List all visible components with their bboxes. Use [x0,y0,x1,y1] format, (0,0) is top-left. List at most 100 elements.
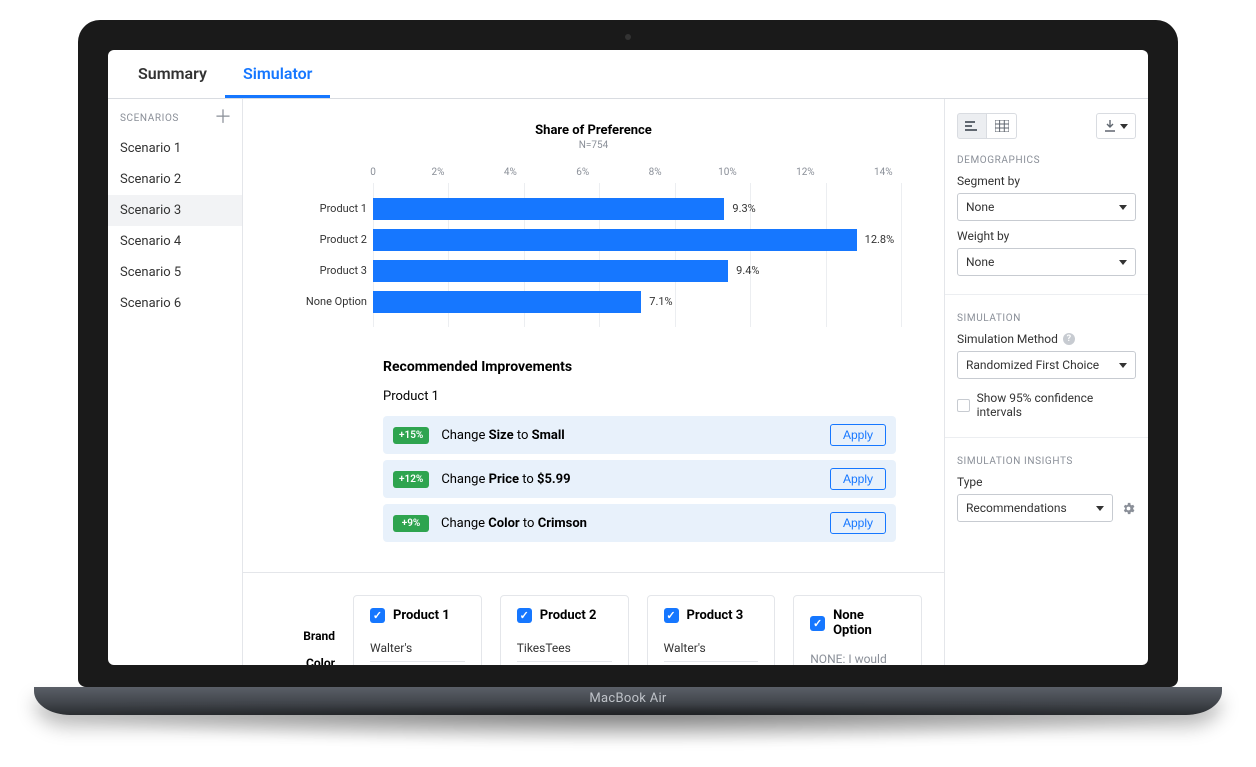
download-button[interactable] [1096,113,1136,139]
chart-bar [373,260,728,282]
weight-by-select[interactable]: None [957,248,1136,276]
product-enabled-checkbox[interactable]: ✓ [664,608,679,623]
scenario-item[interactable]: Scenario 2 [108,164,242,195]
chart-bar-row: Product 19.3% [373,193,902,224]
product-definitions: BrandColorSizePrice ✓Product 1Walter'sNa… [243,572,944,665]
table-icon [995,120,1009,132]
chart-bar-label: Product 2 [285,233,367,246]
product-enabled-checkbox[interactable]: ✓ [517,608,532,623]
recommendation-text: Change Color to Crimson [441,516,830,531]
scenario-item[interactable]: Scenario 5 [108,257,242,288]
chevron-down-icon [1096,506,1104,511]
chart-bar [373,229,857,251]
tab-summary[interactable]: Summary [120,50,225,98]
chart-tick: 2% [432,167,445,178]
insights-type-row: Recommendations [957,494,1136,522]
app-body: SCENARIOS ＋ Scenario 1Scenario 2Scenario… [108,99,1148,665]
simulation-label: SIMULATION [957,313,1136,324]
laptop-bezel: Summary Simulator SCENARIOS ＋ Scenario 1… [78,20,1178,687]
scenario-list: Scenario 1Scenario 2Scenario 3Scenario 4… [108,133,242,319]
view-tool-row [957,113,1136,139]
product-card: ✓Product 2TikesTeesRoseMedium$7.99 [500,595,629,665]
chart-x-ticks: 02%4%6%8%10%12%14% [373,167,902,178]
recommendations-product: Product 1 [383,389,896,404]
product-enabled-checkbox[interactable]: ✓ [810,616,825,631]
gear-icon [1121,501,1136,516]
simulation-method-select[interactable]: Randomized First Choice [957,351,1136,379]
chevron-down-icon [1120,124,1128,129]
chart-tick: 0 [370,167,376,178]
none-option-text: NONE: I would choose any of these option… [810,650,905,665]
product-attribute-value[interactable]: Navy Blue [370,662,465,665]
chart-bar [373,198,724,220]
insights-type-select[interactable]: Recommendations [957,494,1113,522]
confidence-interval-row: Show 95% confidence intervals [957,391,1136,419]
simulation-insights-label: SIMULATION INSIGHTS [957,456,1136,467]
recommendation-row: +15% Change Size to SmallApply [383,416,896,454]
simulation-method-label-text: Simulation Method [957,332,1058,346]
scenario-item[interactable]: Scenario 3 [108,195,242,226]
chart-tick: 12% [796,167,815,178]
product-card-header: ✓ Product 3 [664,608,759,623]
segment-by-value: None [966,200,994,214]
scenario-item[interactable]: Scenario 1 [108,133,242,164]
insights-type-label: Type [957,475,1136,489]
product-name: Product 3 [687,608,744,623]
settings-panel: DEMOGRAPHICS Segment by None Weight by N… [944,99,1148,665]
chart-bar-value: 12.8% [865,233,895,246]
segment-by-select[interactable]: None [957,193,1136,221]
recommendation-text: Change Size to Small [441,428,830,443]
product-card-header: ✓Product 2 [517,608,612,623]
chart-bar-label: None Option [285,295,367,308]
top-tabs: Summary Simulator [108,50,1148,99]
product-card-header: ✓Product 1 [370,608,465,623]
chart-bar-value: 9.3% [732,202,755,215]
weight-by-value: None [966,255,994,269]
main-column: Share of Preference N=754 02%4%6%8%10%12… [243,99,944,665]
chart-tick: 10% [718,167,737,178]
product-attribute-value[interactable]: Midnight Gray [664,662,759,665]
chart-bar [373,291,641,313]
chevron-down-icon [1119,363,1127,368]
recommended-improvements: Recommended Improvements Product 1 +15% C… [243,339,944,572]
chart-bar-value: 7.1% [649,295,672,308]
add-scenario-button[interactable]: ＋ [214,109,232,127]
chart-tick: 8% [649,167,662,178]
chart-tick: 14% [874,167,893,178]
info-icon[interactable]: ? [1063,333,1075,345]
scenario-item[interactable]: Scenario 6 [108,288,242,319]
recommendation-delta-badge: +15% [393,427,429,444]
recommendation-delta-badge: +12% [393,471,429,488]
chart-bar-label: Product 3 [285,264,367,277]
product-attribute-value[interactable]: Walter's [370,635,465,662]
recommendation-delta-badge: +9% [393,515,429,532]
chart-bar-label: Product 1 [285,202,367,215]
laptop-shadow [23,709,1233,747]
tab-simulator[interactable]: Simulator [225,50,331,98]
product-attribute-value[interactable]: Rose [517,662,612,665]
insights-settings-button[interactable] [1121,501,1136,516]
chevron-down-icon [1119,260,1127,265]
weight-by-label: Weight by [957,229,1136,243]
product-attribute-value[interactable]: Walter's [664,635,759,662]
product-enabled-checkbox[interactable]: ✓ [370,608,385,623]
attribute-label: Color [265,656,335,665]
simulation-method-label: Simulation Method ? [957,332,1136,346]
view-chart-button[interactable] [957,113,987,139]
chart-bar-row: Product 212.8% [373,224,902,255]
insights-type-value: Recommendations [966,501,1067,515]
product-attribute-value[interactable]: TikesTees [517,635,612,662]
apply-button[interactable]: Apply [830,468,886,490]
scenarios-sidebar: SCENARIOS ＋ Scenario 1Scenario 2Scenario… [108,99,243,665]
recommendations-heading: Recommended Improvements [383,359,896,375]
chevron-down-icon [1119,205,1127,210]
scenario-item[interactable]: Scenario 4 [108,226,242,257]
apply-button[interactable]: Apply [830,512,886,534]
bar-chart-icon [965,120,979,132]
share-of-preference-chart: Share of Preference N=754 02%4%6%8%10%12… [243,99,944,339]
demographics-label: DEMOGRAPHICS [957,155,1136,166]
apply-button[interactable]: Apply [830,424,886,446]
view-table-button[interactable] [987,113,1017,139]
confidence-interval-checkbox[interactable] [957,399,970,412]
product-card: ✓Product 1Walter'sNavy BlueLarge$10.99 [353,595,482,665]
